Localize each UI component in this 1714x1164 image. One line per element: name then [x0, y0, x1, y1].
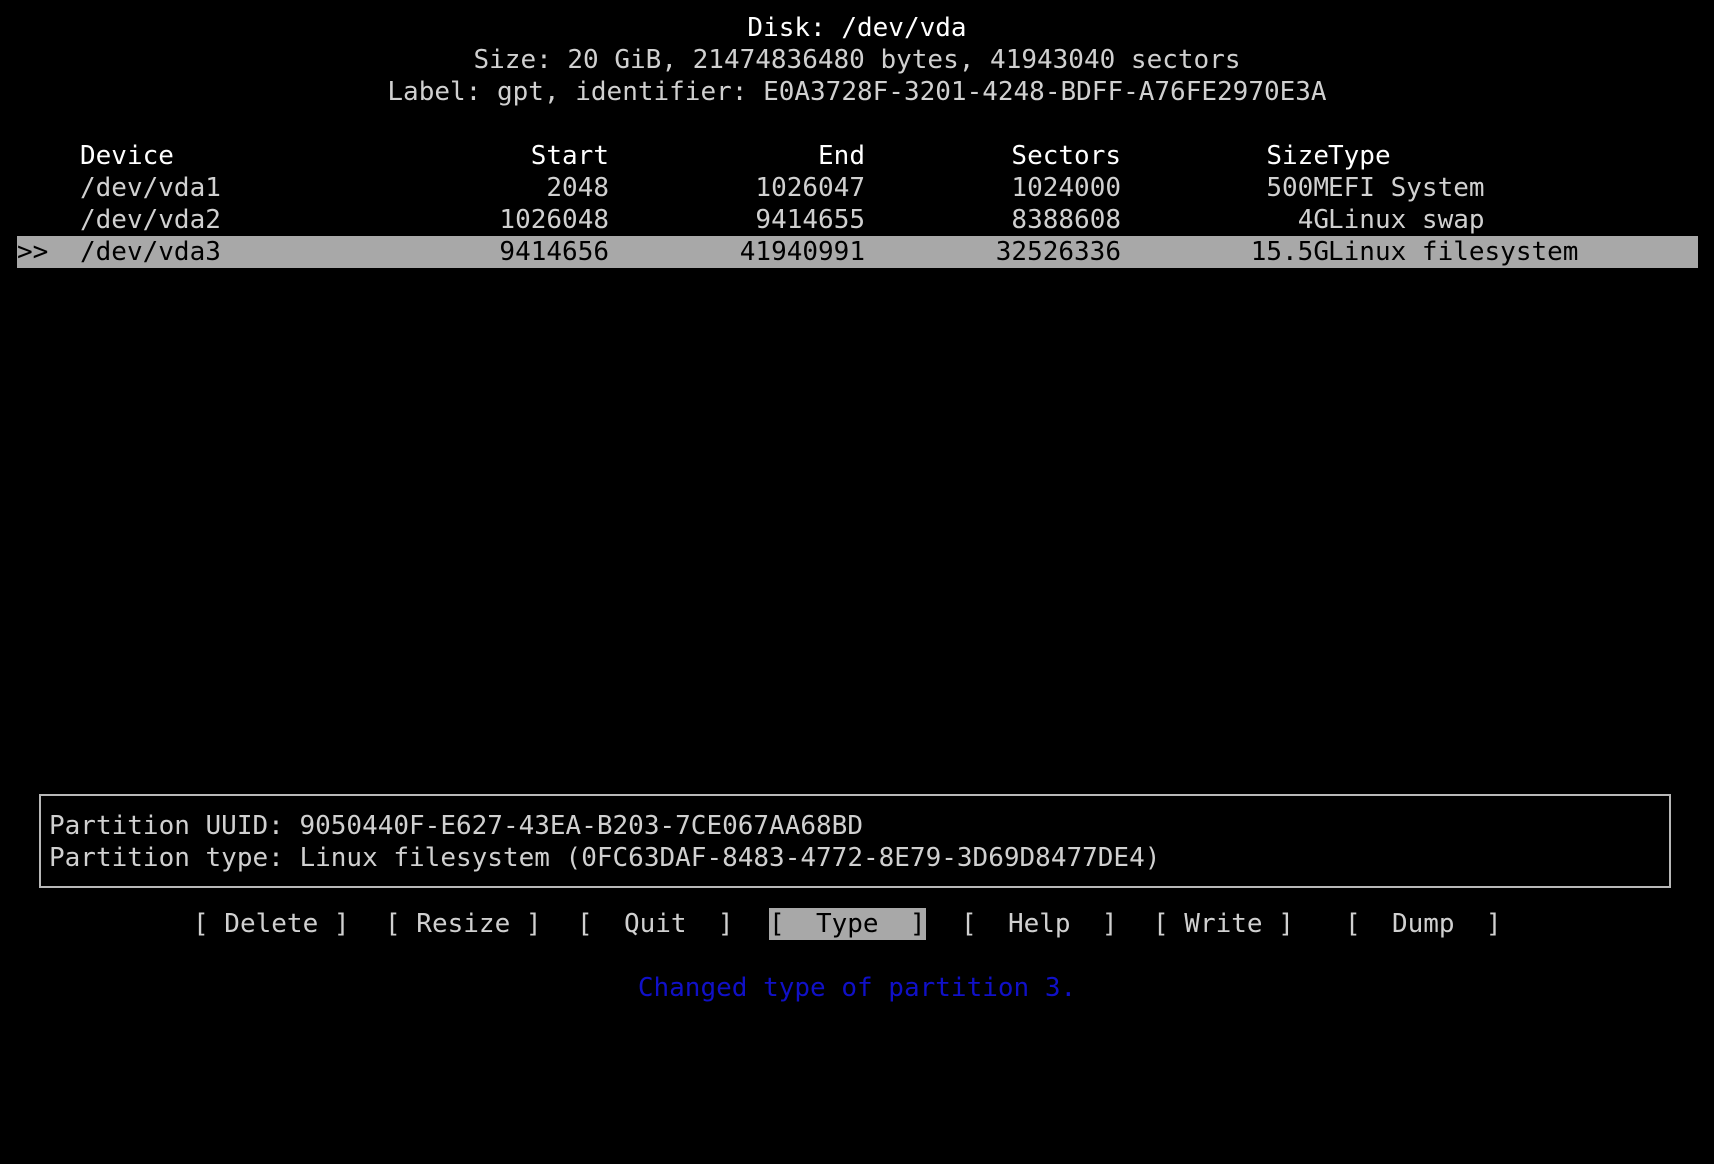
row-sectors: 32526336 — [995, 237, 1121, 267]
selection-cursor: >> — [17, 237, 49, 267]
header-size: Size — [1266, 141, 1329, 171]
header-start: Start — [530, 141, 609, 171]
partition-table: Device Start End Sectors Size Type /dev/… — [0, 141, 1714, 512]
action-menu: [ Delete ] [ Resize ] [ Quit ] [ Type ] … — [0, 908, 1714, 940]
header-sectors: Sectors — [1011, 141, 1121, 171]
row-sectors: 1024000 — [1011, 173, 1121, 203]
row-end: 1026047 — [755, 173, 865, 203]
help-button[interactable]: [ Help ] — [961, 908, 1118, 940]
row-sectors: 8388608 — [1011, 205, 1121, 235]
disk-label-info: Label: gpt, identifier: E0A3728F-3201-42… — [387, 77, 1327, 107]
write-button[interactable]: [ Write ] — [1153, 908, 1294, 940]
partition-uuid: Partition UUID: 9050440F-E627-43EA-B203-… — [49, 811, 863, 841]
header-type: Type — [1328, 141, 1391, 171]
dump-button[interactable]: [ Dump ] — [1345, 908, 1502, 940]
row-end: 9414655 — [755, 205, 865, 235]
partition-type-info: Partition type: Linux filesystem (0FC63D… — [49, 843, 1161, 873]
partition-row-vda3[interactable]: >> /dev/vda3 9414656 41940991 32526336 1… — [17, 236, 1698, 268]
type-button[interactable]: [ Type ] — [769, 908, 926, 940]
quit-button[interactable]: [ Quit ] — [577, 908, 734, 940]
row-start: 9414656 — [499, 237, 609, 267]
partition-row-vda1[interactable]: /dev/vda1 2048 1026047 1024000 500M EFI … — [17, 172, 1698, 204]
row-type: Linux swap — [1328, 205, 1485, 235]
delete-button[interactable]: [ Delete ] — [193, 908, 350, 940]
row-start: 1026048 — [499, 205, 609, 235]
disk-size-info: Size: 20 GiB, 21474836480 bytes, 4194304… — [473, 45, 1241, 75]
row-type: EFI System — [1328, 173, 1485, 203]
resize-button[interactable]: [ Resize ] — [385, 908, 542, 940]
row-start: 2048 — [546, 173, 609, 203]
partition-info-box: Partition UUID: 9050440F-E627-43EA-B203-… — [39, 794, 1671, 888]
partition-row-vda2[interactable]: /dev/vda2 1026048 9414655 8388608 4G Lin… — [17, 204, 1698, 236]
status-message: Changed type of partition 3. — [637, 973, 1077, 1003]
row-end: 41940991 — [739, 237, 865, 267]
table-header: Device Start End Sectors Size Type — [17, 140, 1698, 172]
row-type: Linux filesystem — [1328, 237, 1579, 267]
row-size: 500M — [1266, 173, 1329, 203]
row-size: 15.5G — [1250, 237, 1329, 267]
row-size: 4G — [1297, 205, 1329, 235]
disk-title: Disk: /dev/vda — [747, 13, 967, 43]
header-end: End — [818, 141, 865, 171]
